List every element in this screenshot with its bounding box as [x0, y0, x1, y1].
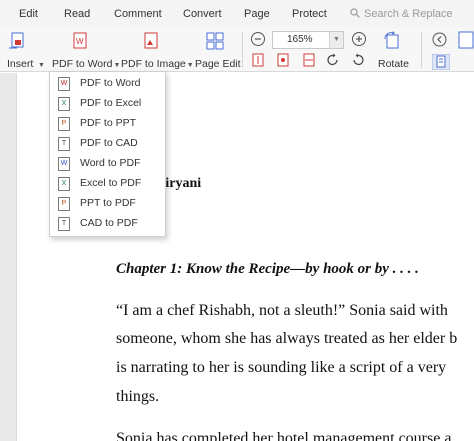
pdf-to-word-button[interactable]: PDF to Word▼	[52, 58, 120, 70]
paragraph-line: someone, whom she has always treated as …	[116, 330, 458, 347]
word-file-icon: W	[58, 77, 70, 91]
menu-item-label: PDF to CAD	[80, 137, 138, 149]
ribbon-toolbar: Insert ▼ W PDF to Word▼ PDF to Image▼ Pa…	[0, 28, 474, 72]
word-file-icon: W	[58, 157, 70, 171]
previous-page-icon[interactable]	[432, 32, 447, 47]
svg-text:W: W	[76, 37, 84, 46]
single-page-icon[interactable]	[431, 53, 451, 71]
menu-item-word-to-pdf[interactable]: W Word to PDF	[50, 154, 165, 174]
menu-item-pdf-to-word[interactable]: W PDF to Word	[50, 74, 165, 94]
ppt-file-icon: P	[58, 197, 70, 211]
insert-dropdown[interactable]: ▼	[37, 58, 45, 70]
pdf-to-image-button[interactable]: PDF to Image▼	[121, 58, 194, 70]
rotate-button[interactable]: Rotate	[378, 58, 409, 70]
actual-size-icon[interactable]	[276, 53, 290, 67]
ppt-file-icon: P	[58, 117, 70, 131]
zoom-value: 165%	[287, 34, 313, 45]
chapter-heading: Chapter 1: Know the Recipe—by hook or by…	[116, 261, 419, 277]
chevron-down-icon[interactable]: ▼	[329, 32, 343, 48]
menu-comment[interactable]: Comment	[114, 0, 162, 28]
menu-item-label: CAD to PDF	[80, 217, 138, 229]
paragraph-line: is narrating to her is sounding like a s…	[116, 359, 447, 376]
menu-item-label: PPT to PDF	[80, 197, 136, 209]
paragraph-line: “I am a chef Rishabh, not a sleuth!” Son…	[116, 302, 448, 319]
menu-convert[interactable]: Convert	[183, 0, 222, 28]
pdf-to-image-icon[interactable]	[142, 32, 160, 50]
menu-item-label: PDF to Excel	[80, 97, 142, 109]
convert-dropdown-menu: W PDF to Word X PDF to Excel P PDF to PP…	[49, 71, 166, 237]
menu-item-pdf-to-cad[interactable]: T PDF to CAD	[50, 134, 165, 154]
rotate-left-icon[interactable]	[326, 53, 340, 67]
cad-file-icon: T	[58, 137, 70, 151]
menu-item-pdf-to-excel[interactable]: X PDF to Excel	[50, 94, 165, 114]
cad-file-icon: T	[58, 217, 70, 231]
chevron-down-icon: ▼	[186, 62, 194, 69]
menu-bar: Edit Read Comment Convert Page Protect S…	[0, 0, 474, 28]
menu-item-excel-to-pdf[interactable]: X Excel to PDF	[50, 174, 165, 194]
page-edit-icon[interactable]	[206, 32, 224, 50]
search-placeholder: Search & Replace	[364, 8, 453, 20]
menu-item-label: Excel to PDF	[80, 177, 142, 189]
menu-page[interactable]: Page	[244, 0, 270, 28]
fit-width-icon[interactable]	[302, 53, 316, 67]
menu-edit[interactable]: Edit	[19, 0, 38, 28]
divider	[242, 32, 243, 68]
insert-icon[interactable]	[9, 32, 27, 50]
menu-item-label: Word to PDF	[80, 157, 141, 169]
paragraph-line: Sonia has completed her hotel management…	[116, 430, 452, 441]
zoom-out-icon[interactable]	[250, 31, 268, 49]
menu-item-label: PDF to PPT	[80, 117, 137, 129]
view-mode-icon[interactable]	[458, 31, 474, 49]
excel-file-icon: X	[58, 97, 70, 111]
chevron-down-icon: ▼	[38, 62, 45, 69]
menu-item-label: PDF to Word	[80, 77, 141, 89]
menu-read[interactable]: Read	[64, 0, 90, 28]
zoom-in-icon[interactable]	[351, 31, 369, 49]
fit-page-icon[interactable]	[251, 53, 265, 67]
chevron-down-icon: ▼	[113, 62, 121, 69]
page-edit-button[interactable]: Page Edit	[195, 58, 241, 70]
search-icon	[350, 5, 360, 25]
zoom-level-select[interactable]: 165% ▼	[272, 31, 344, 49]
menu-protect[interactable]: Protect	[292, 0, 327, 28]
menu-item-pdf-to-ppt[interactable]: P PDF to PPT	[50, 114, 165, 134]
search-replace-field[interactable]: Search & Replace	[350, 4, 474, 24]
excel-file-icon: X	[58, 177, 70, 191]
rotate-page-icon[interactable]	[383, 31, 401, 49]
rotate-right-icon[interactable]	[351, 53, 365, 67]
menu-item-cad-to-pdf[interactable]: T CAD to PDF	[50, 214, 165, 234]
divider	[421, 32, 422, 68]
pdf-to-word-icon[interactable]: W	[71, 32, 89, 50]
paragraph-line: things.	[116, 388, 160, 405]
page-margin	[0, 73, 17, 441]
insert-label[interactable]: Insert	[7, 58, 33, 70]
menu-item-ppt-to-pdf[interactable]: P PPT to PDF	[50, 194, 165, 214]
